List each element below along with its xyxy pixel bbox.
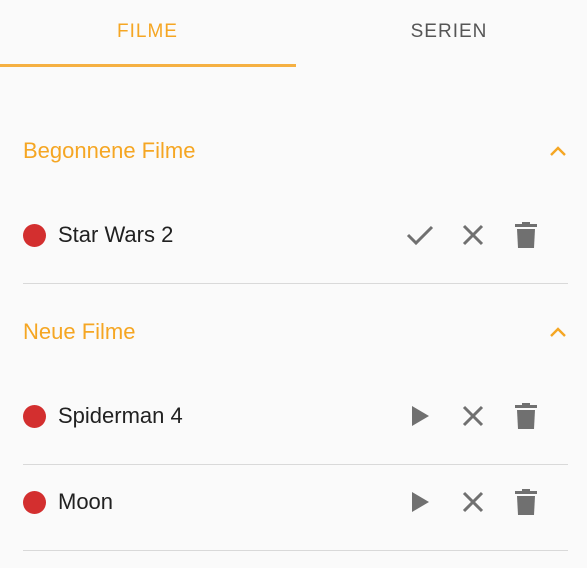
delete-icon[interactable]: [511, 401, 541, 431]
section-title: Neue Filme: [23, 319, 136, 344]
status-dot: [23, 490, 46, 514]
item-actions: [405, 396, 541, 436]
delete-icon[interactable]: [511, 220, 541, 250]
section-header-begonnene-filme[interactable]: Begonnene Filme: [23, 131, 568, 171]
list-item: Spiderman 4: [23, 396, 568, 436]
chevron-up-icon[interactable]: [547, 321, 569, 343]
chevron-up-icon[interactable]: [547, 140, 569, 162]
item-actions: [405, 215, 541, 255]
divider: [23, 283, 568, 284]
close-icon[interactable]: [458, 487, 488, 517]
tab-filme[interactable]: FILME: [0, 0, 295, 64]
divider: [23, 550, 568, 551]
section-title: Begonnene Filme: [23, 138, 196, 163]
play-icon[interactable]: [405, 401, 435, 431]
status-dot: [23, 223, 46, 247]
tab-bar: FILME SERIEN: [0, 0, 587, 68]
play-icon[interactable]: [405, 487, 435, 517]
item-actions: [405, 482, 541, 522]
divider: [23, 464, 568, 465]
status-dot: [23, 404, 46, 428]
list-item: Star Wars 2: [23, 215, 568, 255]
close-icon[interactable]: [458, 220, 488, 250]
tab-active-indicator: [0, 64, 296, 67]
tab-serien[interactable]: SERIEN: [300, 0, 587, 64]
check-icon[interactable]: [405, 220, 435, 250]
section-header-neue-filme[interactable]: Neue Filme: [23, 312, 568, 352]
close-icon[interactable]: [458, 401, 488, 431]
list-item: Moon: [23, 482, 568, 522]
delete-icon[interactable]: [511, 487, 541, 517]
